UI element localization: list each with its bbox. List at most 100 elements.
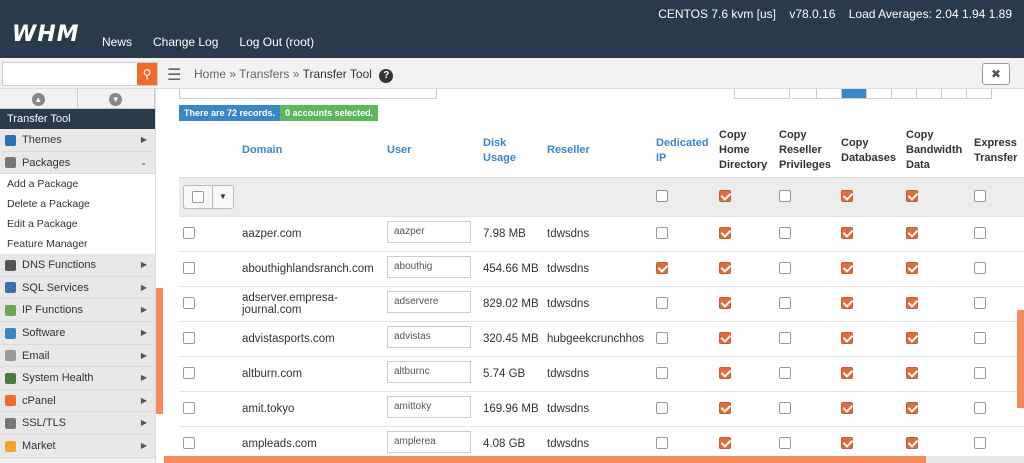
sidebar-item-ip-functions[interactable]: IP Functions ▶ (0, 299, 155, 322)
express-transfer-all-checkbox[interactable] (974, 190, 986, 203)
page-button[interactable] (917, 89, 942, 99)
copy-reseller-checkbox[interactable] (779, 402, 791, 415)
dedicated-ip-checkbox[interactable] (656, 227, 668, 240)
copy-databases-all-checkbox[interactable] (841, 190, 853, 203)
sidebar-item-market[interactable]: Market ▶ (0, 434, 155, 458)
breadcrumb-transfers[interactable]: Transfers (239, 67, 289, 81)
sidebar-item-themes[interactable]: Themes ▶ (0, 129, 155, 152)
sidebar-subitem[interactable]: Delete a Package (0, 194, 155, 215)
username-input[interactable]: adservere (387, 291, 471, 313)
username-input[interactable]: altburnc (387, 361, 471, 383)
dedicated-ip-all-checkbox[interactable] (656, 190, 668, 203)
menu-toggle-icon[interactable]: ☰ (167, 65, 181, 85)
news-link[interactable]: News (102, 35, 132, 49)
whm-logo[interactable]: WHM (12, 22, 80, 47)
row-select-checkbox[interactable] (183, 332, 195, 345)
dedicated-ip-header[interactable]: Dedicated IP (652, 125, 715, 178)
copy-home-checkbox[interactable] (719, 367, 731, 380)
page-button[interactable] (892, 89, 917, 99)
express-transfer-checkbox[interactable] (974, 227, 986, 240)
sidebar-item-software[interactable]: Software ▶ (0, 321, 155, 345)
page-prev-button[interactable] (817, 89, 842, 99)
express-transfer-checkbox[interactable] (974, 262, 986, 275)
logout-link[interactable]: Log Out (root) (239, 35, 314, 49)
copy-reseller-checkbox[interactable] (779, 437, 791, 450)
dedicated-ip-checkbox[interactable] (656, 332, 668, 345)
copy-databases-checkbox[interactable] (841, 332, 853, 345)
scroll-up-button[interactable]: ▲ (0, 89, 78, 108)
sidebar-subitem[interactable]: Add a Package (0, 174, 155, 195)
sidebar-item-packages[interactable]: Packages ⌄ (0, 151, 155, 175)
copy-bandwidth-checkbox[interactable] (906, 332, 918, 345)
breadcrumb-home[interactable]: Home (194, 67, 226, 81)
account-search-field[interactable] (179, 89, 437, 99)
sidebar-scrollbar[interactable] (156, 288, 163, 414)
row-select-checkbox[interactable] (183, 437, 195, 450)
disk-usage-header[interactable]: Disk Usage (479, 125, 543, 178)
user-header[interactable]: User (383, 125, 479, 178)
copy-home-checkbox[interactable] (719, 437, 731, 450)
sidebar-item-sql-services[interactable]: SQL Services ▶ (0, 276, 155, 300)
express-transfer-checkbox[interactable] (974, 332, 986, 345)
copy-home-checkbox[interactable] (719, 262, 731, 275)
dedicated-ip-checkbox[interactable] (656, 367, 668, 380)
copy-home-checkbox[interactable] (719, 297, 731, 310)
row-select-checkbox[interactable] (183, 367, 195, 380)
copy-databases-checkbox[interactable] (841, 367, 853, 380)
page-first-button[interactable] (792, 89, 817, 99)
copy-databases-checkbox[interactable] (841, 227, 853, 240)
copy-reseller-checkbox[interactable] (779, 262, 791, 275)
page-button[interactable] (867, 89, 892, 99)
sidebar-item-ssl-tls[interactable]: SSL/TLS ▶ (0, 412, 155, 435)
username-input[interactable]: amittoky (387, 396, 471, 418)
reseller-header[interactable]: Reseller (543, 125, 652, 178)
bulk-select-button[interactable]: ▼ (183, 184, 234, 209)
row-select-checkbox[interactable] (183, 402, 195, 415)
help-icon[interactable]: ? (379, 69, 394, 83)
page-size-select[interactable] (734, 89, 790, 99)
username-input[interactable]: advistas (387, 326, 471, 348)
close-icon[interactable]: ✖ (982, 63, 1010, 85)
scroll-down-button[interactable]: ▼ (78, 89, 155, 108)
copy-databases-checkbox[interactable] (841, 262, 853, 275)
copy-reseller-checkbox[interactable] (779, 227, 791, 240)
copy-bandwidth-checkbox[interactable] (906, 437, 918, 450)
sidebar-item-transfer-tool[interactable]: Transfer Tool (0, 109, 155, 129)
copy-home-all-checkbox[interactable] (719, 190, 731, 203)
copy-bandwidth-checkbox[interactable] (906, 297, 918, 310)
copy-home-checkbox[interactable] (719, 227, 731, 240)
page-last-button[interactable] (967, 89, 992, 99)
express-transfer-checkbox[interactable] (974, 437, 986, 450)
sidebar-item-cpanel[interactable]: cPanel ▶ (0, 389, 155, 413)
copy-home-checkbox[interactable] (719, 402, 731, 415)
copy-databases-checkbox[interactable] (841, 437, 853, 450)
sidebar-item-system-health[interactable]: System Health ▶ (0, 367, 155, 390)
row-select-checkbox[interactable] (183, 297, 195, 310)
horizontal-scrollbar[interactable] (164, 456, 926, 463)
sidebar-subitem[interactable]: Edit a Package (0, 214, 155, 235)
copy-databases-checkbox[interactable] (841, 402, 853, 415)
copy-bandwidth-checkbox[interactable] (906, 262, 918, 275)
change-log-link[interactable]: Change Log (153, 35, 218, 49)
username-input[interactable]: amplerea (387, 431, 471, 453)
copy-bandwidth-checkbox[interactable] (906, 402, 918, 415)
username-input[interactable]: abouthig (387, 256, 471, 278)
copy-home-checkbox[interactable] (719, 332, 731, 345)
copy-bandwidth-all-checkbox[interactable] (906, 190, 918, 203)
copy-reseller-checkbox[interactable] (779, 367, 791, 380)
dedicated-ip-checkbox[interactable] (656, 297, 668, 310)
select-all-checkbox[interactable] (192, 190, 204, 203)
copy-reseller-checkbox[interactable] (779, 297, 791, 310)
row-select-checkbox[interactable] (183, 227, 195, 240)
copy-reseller-checkbox[interactable] (779, 332, 791, 345)
dedicated-ip-checkbox[interactable] (656, 402, 668, 415)
row-select-checkbox[interactable] (183, 262, 195, 275)
express-transfer-checkbox[interactable] (974, 297, 986, 310)
vertical-scrollbar[interactable] (1017, 310, 1024, 408)
page-next-button[interactable] (942, 89, 967, 99)
domain-header[interactable]: Domain (238, 125, 383, 178)
caret-down-icon[interactable]: ▼ (213, 192, 233, 201)
username-input[interactable]: aazper (387, 221, 471, 243)
dedicated-ip-checkbox[interactable] (656, 262, 668, 275)
express-transfer-checkbox[interactable] (974, 402, 986, 415)
